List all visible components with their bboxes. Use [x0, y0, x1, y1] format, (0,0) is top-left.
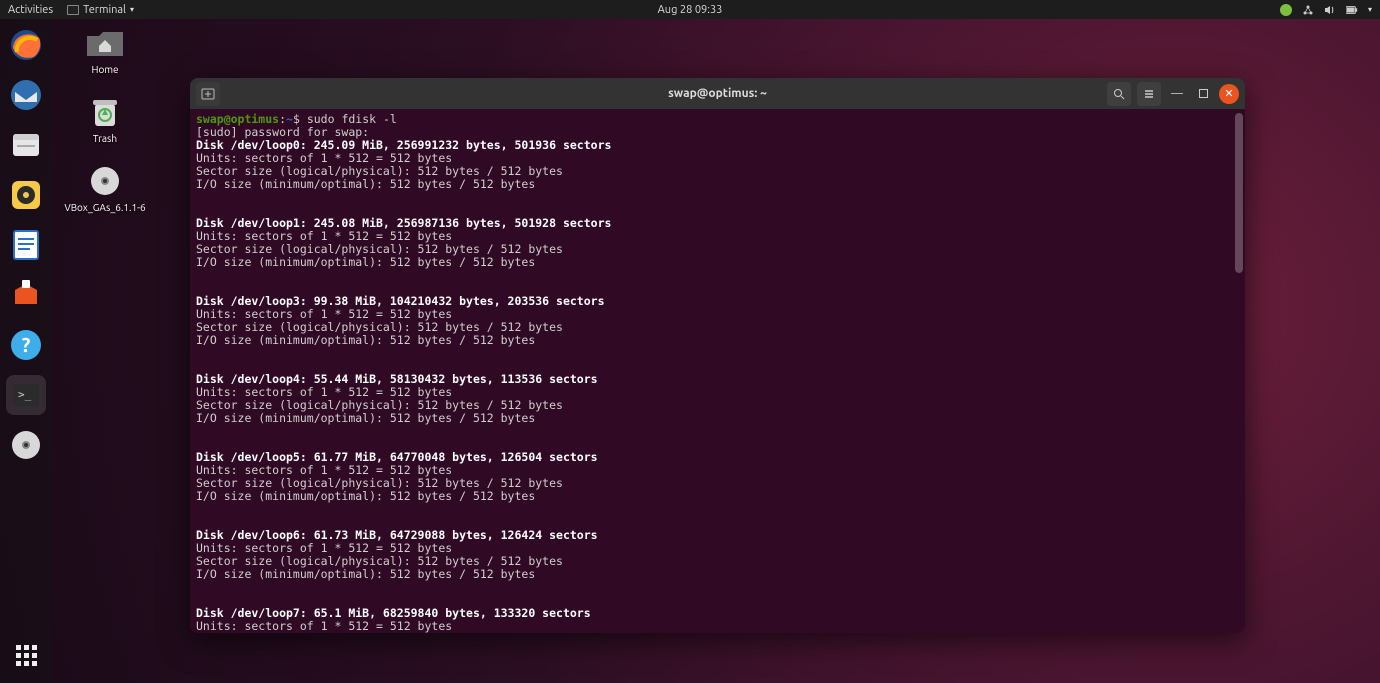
- io-line: I/O size (minimum/optimal): 512 bytes / …: [196, 568, 1239, 581]
- units-line: Units: sectors of 1 * 512 = 512 bytes: [196, 620, 1239, 633]
- dock: ? >_: [0, 19, 52, 683]
- io-line: I/O size (minimum/optimal): 512 bytes / …: [196, 256, 1239, 269]
- system-menu-chevron-icon[interactable]: ▾: [1368, 5, 1372, 14]
- desktop-icons: Home Trash VBox_GAs_6.1.1-6: [60, 24, 150, 213]
- files-icon[interactable]: [6, 125, 46, 165]
- home-folder[interactable]: Home: [60, 24, 150, 75]
- app-menu-label: Terminal: [83, 4, 126, 16]
- prompt-colon: :: [279, 112, 286, 126]
- scrollbar[interactable]: [1235, 113, 1243, 273]
- vbox-label: VBox_GAs_6.1.1-6: [64, 202, 145, 213]
- software-icon[interactable]: [6, 275, 46, 315]
- command-text: sudo fdisk -l: [300, 112, 397, 126]
- battery-icon[interactable]: [1346, 4, 1358, 16]
- terminal-small-icon: [67, 4, 79, 16]
- chevron-down-icon: ▾: [130, 5, 134, 14]
- terminal-titlebar[interactable]: swap@optimus: ~ — ✕: [190, 78, 1245, 109]
- top-panel: Activities Terminal ▾ Aug 28 09:33 ▾: [0, 0, 1380, 19]
- activities-button[interactable]: Activities: [8, 4, 53, 16]
- terminal-body[interactable]: swap@optimus:~$ sudo fdisk -l [sudo] pas…: [190, 109, 1245, 633]
- volume-icon[interactable]: [1324, 4, 1336, 16]
- prompt-user: swap@optimus: [196, 112, 279, 126]
- show-applications-button[interactable]: [6, 635, 46, 675]
- search-button[interactable]: [1107, 82, 1131, 106]
- svg-text:>_: >_: [18, 388, 32, 401]
- app-menu[interactable]: Terminal ▾: [67, 4, 134, 16]
- new-tab-button[interactable]: [196, 82, 220, 106]
- firefox-icon[interactable]: [6, 25, 46, 65]
- disc-icon[interactable]: [6, 425, 46, 465]
- io-line: I/O size (minimum/optimal): 512 bytes / …: [196, 490, 1239, 503]
- status-indicator-icon[interactable]: [1280, 4, 1292, 16]
- io-line: I/O size (minimum/optimal): 512 bytes / …: [196, 334, 1239, 347]
- io-line: I/O size (minimum/optimal): 512 bytes / …: [196, 178, 1239, 191]
- help-icon[interactable]: ?: [6, 325, 46, 365]
- thunderbird-icon[interactable]: [6, 75, 46, 115]
- libreoffice-writer-icon[interactable]: [6, 225, 46, 265]
- home-label: Home: [92, 64, 119, 75]
- maximize-button[interactable]: [1193, 84, 1213, 104]
- network-icon[interactable]: [1302, 4, 1314, 16]
- menu-button[interactable]: [1137, 82, 1161, 106]
- terminal-dock-icon[interactable]: >_: [6, 375, 46, 415]
- prompt-dollar: $: [293, 112, 300, 126]
- minimize-button[interactable]: —: [1167, 84, 1187, 104]
- trash-label: Trash: [93, 133, 117, 144]
- vbox-additions[interactable]: VBox_GAs_6.1.1-6: [60, 162, 150, 213]
- io-line: I/O size (minimum/optimal): 512 bytes / …: [196, 412, 1239, 425]
- svg-text:?: ?: [22, 333, 31, 356]
- rhythmbox-icon[interactable]: [6, 175, 46, 215]
- terminal-window: swap@optimus: ~ — ✕ swap@optimus:~$ sudo…: [190, 78, 1245, 633]
- trash[interactable]: Trash: [60, 93, 150, 144]
- prompt-path: ~: [286, 112, 293, 126]
- window-title: swap@optimus: ~: [668, 87, 767, 100]
- close-button[interactable]: ✕: [1219, 84, 1239, 104]
- clock[interactable]: Aug 28 09:33: [658, 4, 723, 16]
